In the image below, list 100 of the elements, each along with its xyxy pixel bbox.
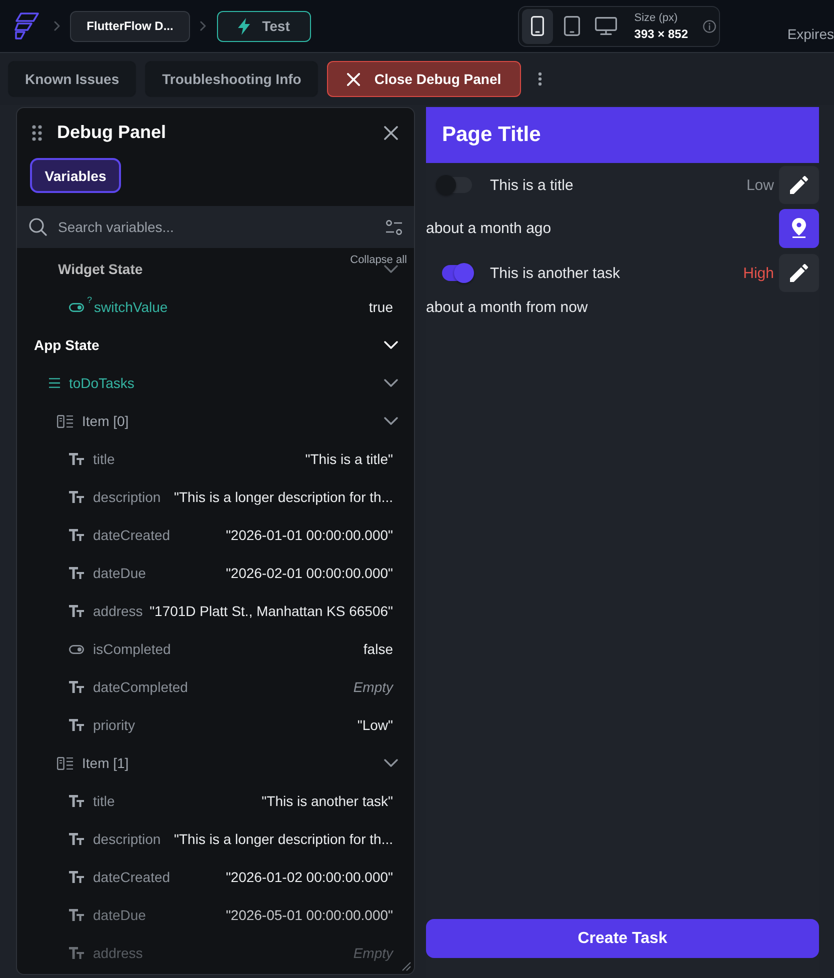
more-menu-button[interactable]	[538, 72, 542, 86]
variable-value: "This is a title"	[304, 451, 393, 467]
text-type-icon	[69, 719, 84, 731]
close-icon	[347, 72, 360, 86]
priority-label: High	[743, 264, 774, 282]
variable-value: Empty	[352, 679, 393, 695]
text-type-icon	[69, 871, 84, 883]
variable-name: Item [1]	[82, 755, 129, 771]
close-panel-button[interactable]: Close Debug Panel	[327, 61, 522, 97]
toggle-switch[interactable]	[436, 174, 474, 196]
variable-value: "Low"	[356, 717, 393, 733]
text-type-icon	[69, 833, 84, 845]
variable-name: dateCompleted	[93, 679, 188, 695]
close-button[interactable]	[384, 126, 398, 140]
variable-name: title	[93, 793, 115, 809]
toggle-icon	[69, 644, 84, 654]
location-button[interactable]	[779, 208, 819, 248]
lightning-icon	[238, 18, 250, 34]
chevron-down-icon[interactable]	[384, 759, 398, 767]
text-type-icon	[69, 605, 84, 617]
text-type-icon	[69, 947, 84, 959]
variable-name: address	[93, 945, 143, 961]
device-button[interactable]	[522, 8, 554, 44]
due-date-text: about a month from now	[426, 298, 588, 316]
filter-icon[interactable]	[386, 220, 402, 234]
toolbar-button[interactable]: Troubleshooting Info	[145, 61, 318, 97]
variable-value: "This is a longer description for th...	[173, 831, 393, 847]
variable-value: "This is another task"	[260, 793, 393, 809]
text-type-icon	[69, 795, 84, 807]
info-icon[interactable]	[703, 20, 716, 32]
project-button[interactable]: FlutterFlow D...	[70, 10, 190, 42]
record-icon	[57, 756, 73, 770]
more-vertical-icon	[538, 72, 542, 86]
variable-value: "2026-01-01 00:00:00.000"	[224, 527, 393, 543]
priority-label: Low	[746, 176, 774, 194]
variable-name: dateDue	[93, 565, 146, 581]
variable-value: "This is a longer description for th...	[173, 489, 393, 505]
variable-name: Widget State	[58, 261, 143, 277]
variable-name: address	[93, 603, 143, 619]
variable-name: isCompleted	[93, 641, 171, 657]
task-title: This is another task	[490, 264, 620, 282]
edit-button[interactable]	[779, 254, 819, 292]
variable-value: "2026-02-01 00:00:00.000"	[224, 565, 393, 581]
pencil-icon	[790, 176, 808, 194]
variable-name: App State	[34, 337, 100, 353]
variable-name: dateCreated	[93, 869, 170, 885]
search-icon	[29, 218, 47, 236]
pencil-icon	[790, 264, 808, 282]
search-input[interactable]: Search variables...	[58, 212, 376, 242]
variable-value: false	[362, 641, 393, 657]
drag-handle-icon[interactable]	[32, 124, 42, 140]
map-pin-icon	[792, 218, 806, 238]
collapse-all-button[interactable]: Collapse all	[350, 254, 407, 266]
text-type-icon	[69, 909, 84, 921]
edit-button[interactable]	[779, 166, 819, 204]
page-title: Page Title	[442, 123, 541, 147]
search-field[interactable]: Search variables...	[17, 206, 414, 248]
variable-name: dateCreated	[93, 527, 170, 543]
variable-name: switchValue	[94, 299, 168, 315]
variable-name: description	[93, 831, 161, 847]
close-icon	[384, 126, 398, 140]
smartphone-icon	[531, 16, 544, 36]
variable-value: "1701D Platt St., Manhattan KS 66506"	[148, 603, 393, 619]
variable-name: description	[93, 489, 161, 505]
resize-handle-icon[interactable]	[402, 962, 411, 971]
text-type-icon	[69, 529, 84, 541]
nullable-mark: ?	[87, 295, 92, 305]
variable-value: true	[368, 299, 393, 315]
create-task-button[interactable]: Create Task	[426, 919, 819, 958]
app-logo[interactable]	[14, 12, 40, 40]
text-type-icon	[69, 567, 84, 579]
text-type-icon	[69, 453, 84, 465]
toolbar-button[interactable]: Known Issues	[8, 61, 136, 97]
tablet-icon	[564, 16, 580, 36]
size-value: 393 × 852	[634, 26, 688, 40]
panel-title: Debug Panel	[57, 122, 166, 143]
panel-tab[interactable]: Variables	[30, 158, 121, 193]
variable-name: toDoTasks	[69, 375, 134, 391]
chevron-right-icon	[54, 21, 60, 31]
variable-value: "2026-01-02 00:00:00.000"	[224, 869, 393, 885]
due-date-text: about a month ago	[426, 220, 552, 236]
variable-value: Empty	[352, 945, 393, 961]
test-mode-button[interactable]: Test	[217, 10, 311, 42]
variable-name: title	[93, 451, 115, 467]
task-title: This is a title	[490, 176, 574, 194]
variable-name: Item [0]	[82, 413, 129, 429]
size-label: Size (px)	[634, 12, 679, 24]
record-icon	[57, 414, 73, 428]
variable-name: dateDue	[93, 907, 146, 923]
variable-value: "2026-05-01 00:00:00.000"	[224, 907, 393, 923]
chevron-down-icon[interactable]	[384, 379, 398, 387]
chevron-right-icon	[200, 21, 206, 31]
expires-label: Expires	[787, 26, 834, 42]
monitor-icon	[594, 17, 617, 35]
list-icon	[49, 378, 60, 388]
variable-name: priority	[93, 717, 136, 733]
text-type-icon	[69, 681, 84, 693]
toggle-icon	[69, 302, 84, 312]
text-type-icon	[69, 491, 84, 503]
chevron-down-icon[interactable]	[384, 417, 398, 425]
